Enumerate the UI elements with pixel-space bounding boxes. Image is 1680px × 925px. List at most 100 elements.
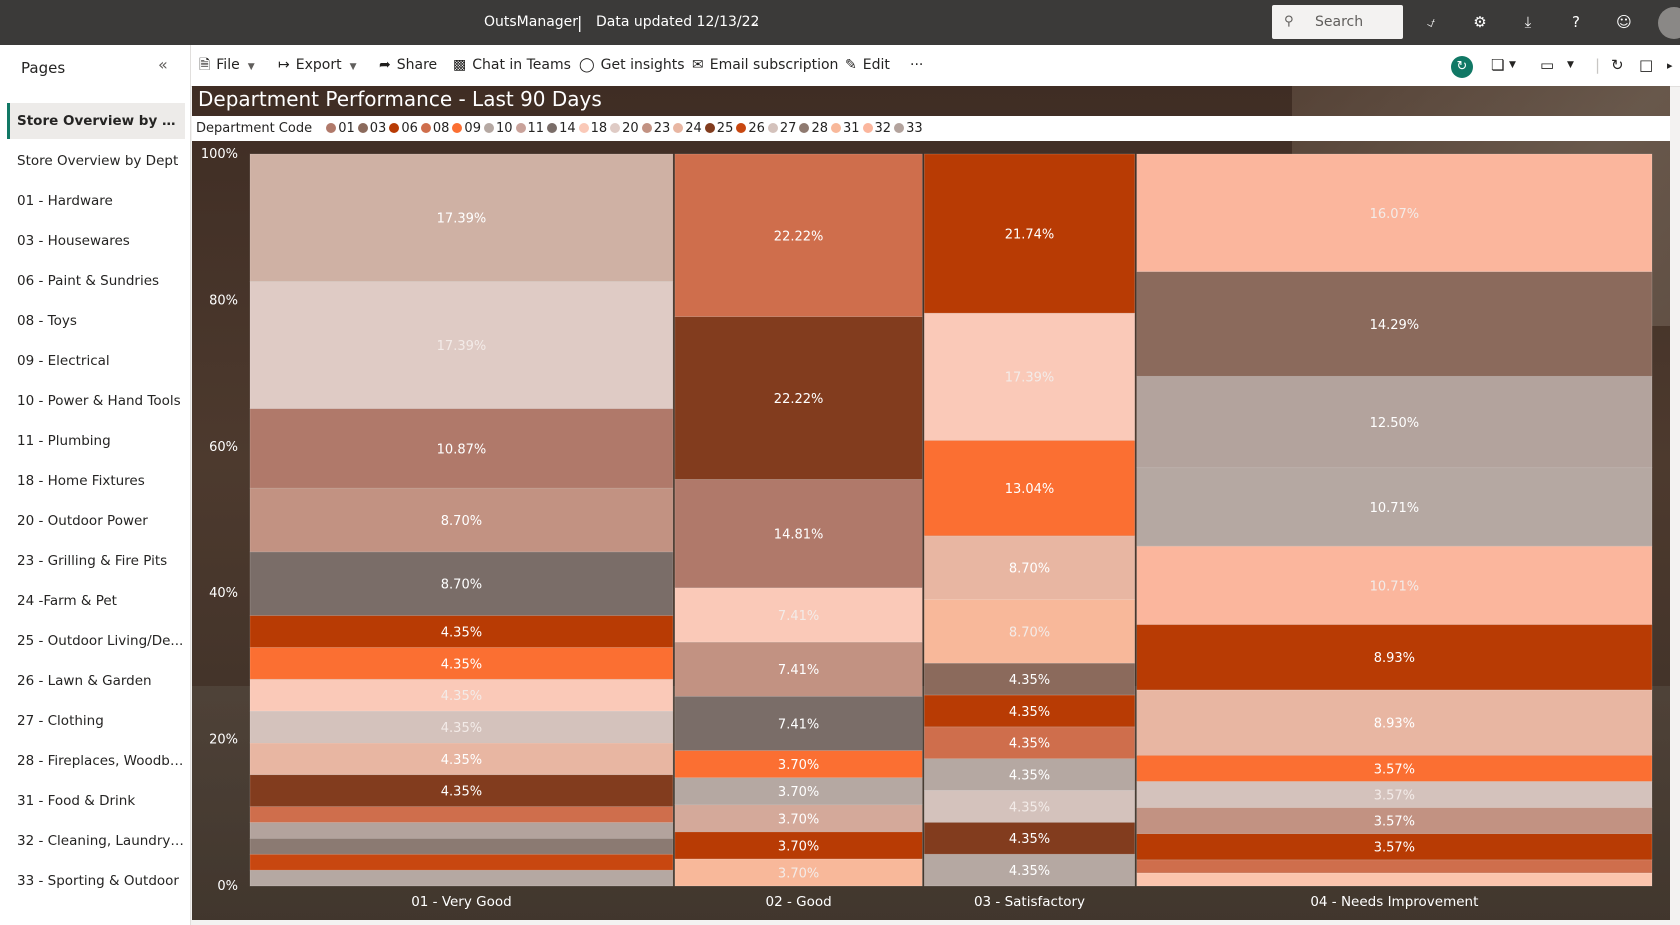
legend-item[interactable]: 01 (326, 116, 355, 141)
legend-item[interactable]: 24 (673, 116, 702, 141)
sidebar-page-item[interactable]: 27 - Clothing (7, 703, 185, 739)
app-title: OutsManager (484, 14, 579, 30)
data-label: 7.41% (778, 663, 819, 678)
legend-label: 14 (559, 121, 576, 136)
share-button[interactable]: ➦ Share (379, 45, 437, 86)
legend-swatch (515, 122, 526, 133)
chevron-down-icon[interactable]: ⌄ (750, 0, 760, 45)
data-label: 4.35% (441, 785, 482, 800)
bookmark-icon[interactable]: ❏ (1491, 45, 1504, 86)
bar-segment[interactable] (249, 838, 674, 855)
feedback-smiley-icon[interactable]: ☺ (1612, 0, 1636, 45)
sidebar-page-item[interactable]: 23 - Grilling & Fire Pits (7, 543, 185, 579)
legend-item[interactable]: 31 (830, 116, 860, 141)
refresh-visual-icon[interactable]: ↻ (1451, 56, 1473, 78)
file-icon: 🗎 (199, 57, 211, 73)
data-updated-label[interactable]: Data updated 12/13/22 (596, 0, 759, 45)
legend-label: 31 (842, 121, 860, 136)
gear-icon[interactable]: ⚙ (1468, 0, 1492, 45)
chevron-down-icon[interactable]: ▼ (1509, 45, 1516, 86)
sidebar-page-item[interactable]: 20 - Outdoor Power (7, 503, 185, 539)
help-icon[interactable]: ? (1564, 0, 1588, 45)
legend-item[interactable]: 09 (452, 116, 481, 141)
data-label: 17.39% (437, 212, 487, 227)
sidebar-page-item[interactable]: 25 - Outdoor Living/De... (7, 623, 185, 659)
legend-item[interactable]: 08 (420, 116, 449, 141)
report-toolbar: 🗎 File ▼ ↦ Export ▼ ➦ Share ▩ Chat in Teams ◯ G… (191, 45, 1680, 87)
chevron-down-icon[interactable]: ▼ (1567, 45, 1574, 86)
legend-item[interactable]: 10 (483, 116, 513, 141)
legend-item[interactable]: 06 (389, 116, 418, 141)
bar-segment[interactable] (249, 822, 674, 839)
avatar[interactable] (1658, 7, 1680, 39)
data-label: 3.57% (1374, 815, 1415, 830)
data-label: 17.39% (437, 339, 487, 354)
search-box[interactable]: ⚲ Search (1272, 5, 1403, 39)
reload-icon[interactable]: ↻ (1611, 45, 1624, 86)
bell-icon[interactable]: ⍻ (1419, 0, 1443, 45)
sidebar-page-item[interactable]: 03 - Housewares (7, 223, 185, 259)
search-icon: ⚲ (1284, 14, 1294, 29)
sidebar-page-item[interactable]: 32 - Cleaning, Laundry ... (7, 823, 185, 859)
collapse-pane-icon[interactable]: « (158, 55, 168, 74)
sidebar-page-item[interactable]: 10 - Power & Hand Tools (7, 383, 185, 419)
legend-item[interactable]: 28 (799, 116, 828, 141)
chat-in-teams-button[interactable]: ▩ Chat in Teams (453, 45, 571, 86)
export-label: Export (295, 57, 342, 73)
bar-segment[interactable] (1136, 859, 1653, 874)
sidebar-page-item[interactable]: 26 - Lawn & Garden (7, 663, 185, 699)
data-label: 4.35% (441, 721, 482, 736)
view-mode-icon[interactable]: ▭ (1540, 45, 1554, 86)
data-label: 21.74% (1005, 228, 1055, 243)
teams-icon: ▩ (453, 57, 467, 73)
sidebar-page-item[interactable]: 28 - Fireplaces, Woodbu... (7, 743, 185, 779)
legend-item[interactable]: 20 (610, 116, 639, 141)
legend-item[interactable]: 11 (515, 116, 544, 141)
legend-item[interactable]: 27 (767, 116, 796, 141)
sidebar-page-item[interactable]: 06 - Paint & Sundries (7, 263, 185, 299)
legend-item[interactable]: 25 (704, 116, 733, 141)
sidebar-page-item[interactable]: 33 - Sporting & Outdoor (7, 863, 185, 899)
chevron-right-icon[interactable]: ▸ (1667, 45, 1673, 86)
x-axis-category-label: 02 - Good (765, 894, 831, 910)
sidebar-page-item[interactable]: 18 - Home Fixtures (7, 463, 185, 499)
file-menu-button[interactable]: 🗎 File ▼ (199, 45, 255, 86)
chart-title: Department Performance - Last 90 Days (198, 87, 602, 111)
sidebar-page-item[interactable]: 08 - Toys (7, 303, 185, 339)
sidebar-page-item[interactable]: 01 - Hardware (7, 183, 185, 219)
legend-item[interactable]: 33 (894, 116, 923, 141)
sidebar-page-item[interactable]: Store Overview by Dept (7, 143, 185, 179)
get-insights-label: Get insights (600, 57, 685, 73)
sidebar-page-item[interactable]: 11 - Plumbing (7, 423, 185, 459)
edit-button[interactable]: ✎ Edit (845, 45, 890, 86)
file-label: File (216, 57, 240, 73)
bar-segment[interactable] (1136, 872, 1653, 887)
email-subscription-button[interactable]: ✉ Email subscription (692, 45, 838, 86)
legend-item[interactable]: 23 (641, 116, 671, 141)
legend-label: 23 (653, 121, 671, 136)
report-canvas: Department Performance - Last 90 Days De… (192, 86, 1670, 920)
get-insights-button[interactable]: ◯ Get insights (579, 45, 685, 86)
y-axis-tick-label: 60% (209, 440, 238, 455)
legend-label: 01 (338, 121, 355, 136)
chat-in-teams-label: Chat in Teams (472, 57, 571, 73)
bar-segment[interactable] (249, 853, 674, 871)
legend-label: 03 (369, 121, 387, 136)
legend-item[interactable]: 26 (736, 116, 765, 141)
sidebar-page-item[interactable]: 31 - Food & Drink (7, 783, 185, 819)
bar-segment[interactable] (249, 869, 674, 887)
legend-item[interactable]: 14 (547, 116, 576, 141)
data-label: 12.50% (1370, 416, 1420, 431)
legend-item[interactable]: 32 (862, 116, 891, 141)
pencil-icon: ✎ (845, 57, 857, 73)
legend-item[interactable]: 18 (578, 116, 607, 141)
export-menu-button[interactable]: ↦ Export ▼ (278, 45, 356, 86)
sidebar-page-item[interactable]: 09 - Electrical (7, 343, 185, 379)
legend-item[interactable]: 03 (357, 116, 387, 141)
comment-icon[interactable]: □ (1639, 45, 1653, 86)
sidebar-page-item[interactable]: 24 -Farm & Pet (7, 583, 185, 619)
more-options-button[interactable]: ··· (910, 45, 923, 86)
download-icon[interactable]: ⤓ (1516, 0, 1540, 45)
sidebar-page-item[interactable]: Store Overview by Grade (7, 103, 185, 139)
bar-segment[interactable] (249, 806, 674, 823)
